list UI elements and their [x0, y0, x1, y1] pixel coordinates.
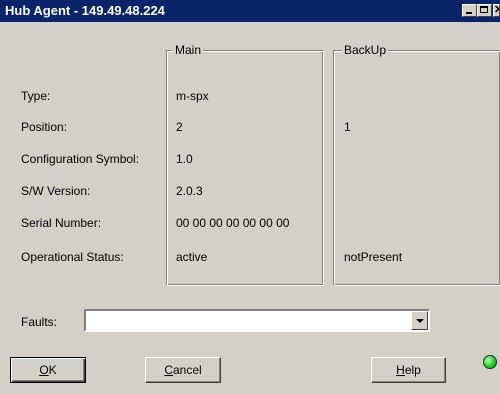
faults-dropdown[interactable]	[84, 309, 430, 332]
cancel-mnemonic: C	[164, 363, 173, 377]
operational-status-backup-value: notPresent	[344, 250, 403, 264]
ok-label: K	[48, 363, 57, 377]
status-led-icon	[483, 355, 497, 369]
operational-status-main-value: active	[176, 250, 208, 264]
position-main-value: 2	[176, 120, 183, 134]
sw-version-main-value: 2.0.3	[176, 184, 203, 198]
cancel-button[interactable]: Cancel	[145, 357, 221, 383]
maximize-button[interactable]	[477, 4, 492, 17]
ok-mnemonic: O	[39, 363, 49, 377]
close-button[interactable]: ✕	[493, 4, 500, 17]
title-bar[interactable]: Hub Agent - 149.49.48.224 ✕	[0, 0, 500, 22]
cancel-label: ancel	[172, 363, 202, 377]
help-label: elp	[404, 363, 421, 377]
minimize-icon	[466, 12, 472, 14]
main-group-label: Main	[173, 43, 204, 57]
config-symbol-main-value: 1.0	[176, 152, 193, 166]
faults-dropdown-button[interactable]	[411, 311, 428, 330]
close-icon: ✕	[494, 5, 499, 16]
sw-version-label: S/W Version:	[21, 184, 91, 198]
chevron-down-icon	[416, 319, 424, 323]
help-button[interactable]: Help	[371, 357, 446, 383]
serial-number-main-value: 00 00 00 00 00 00 00	[176, 216, 290, 230]
help-mnemonic: H	[396, 363, 405, 377]
position-backup-value: 1	[344, 120, 351, 134]
serial-number-label: Serial Number:	[21, 216, 102, 230]
window-title: Hub Agent - 149.49.48.224	[5, 3, 165, 18]
backup-group-label: BackUp	[342, 43, 389, 57]
type-main-value: m-spx	[176, 89, 209, 103]
faults-label: Faults:	[21, 315, 58, 329]
position-label: Position:	[21, 120, 68, 134]
ok-button[interactable]: OK	[10, 357, 86, 383]
type-label: Type:	[21, 89, 51, 103]
minimize-button[interactable]	[462, 4, 477, 17]
maximize-icon	[480, 6, 488, 13]
operational-status-label: Operational Status:	[21, 250, 124, 264]
config-symbol-label: Configuration Symbol:	[21, 152, 140, 166]
